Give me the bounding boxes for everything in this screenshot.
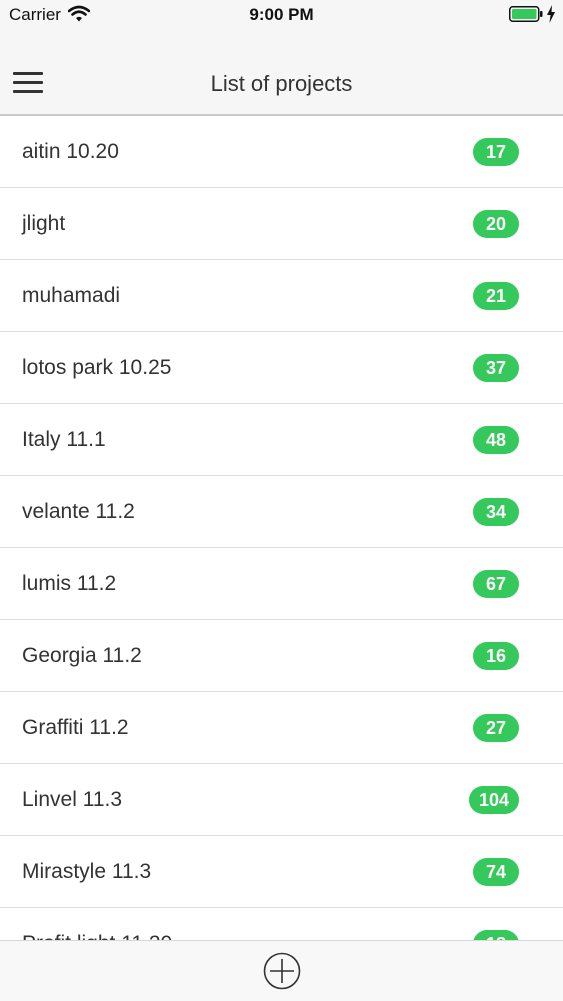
task-count-badge: 18 [473, 930, 519, 940]
task-count-badge: 104 [468, 786, 519, 814]
project-row[interactable]: aitin 10.20 17 [0, 116, 563, 188]
project-row[interactable]: muhamadi 21 [0, 260, 563, 332]
project-name: Profit light 11.20 [22, 932, 172, 940]
project-row[interactable]: Profit light 11.20 18 [0, 908, 563, 940]
project-name: velante 11.2 [22, 500, 135, 523]
task-count-badge: 74 [473, 858, 519, 886]
task-count-badge: 16 [473, 642, 519, 670]
project-row[interactable]: velante 11.2 34 [0, 476, 563, 548]
task-count-badge: 27 [473, 714, 519, 742]
project-name: Georgia 11.2 [22, 644, 142, 667]
task-count-badge: 67 [473, 570, 519, 598]
status-bar: Carrier 9:00 PM [0, 0, 563, 28]
project-row[interactable]: Graffiti 11.2 27 [0, 692, 563, 764]
project-name: lumis 11.2 [22, 572, 117, 595]
project-name: Linvel 11.3 [22, 788, 123, 811]
battery-icon [509, 6, 543, 22]
task-count-badge: 17 [473, 138, 519, 166]
bottom-toolbar [0, 940, 563, 1001]
project-row[interactable]: lumis 11.2 67 [0, 548, 563, 620]
task-count-badge: 20 [473, 210, 519, 238]
task-count-badge: 34 [473, 498, 519, 526]
project-row[interactable]: jlight 20 [0, 188, 563, 260]
project-row[interactable]: Linvel 11.3 104 [0, 764, 563, 836]
project-name: Italy 11.1 [22, 428, 106, 451]
project-row[interactable]: Mirastyle 11.3 74 [0, 836, 563, 908]
project-row[interactable]: Georgia 11.2 16 [0, 620, 563, 692]
project-name: Graffiti 11.2 [22, 716, 129, 739]
task-count-badge: 48 [473, 426, 519, 454]
project-name: jlight [22, 212, 66, 235]
status-time: 9:00 PM [249, 5, 314, 24]
project-row[interactable]: Italy 11.1 48 [0, 404, 563, 476]
project-row[interactable]: lotos park 10.25 37 [0, 332, 563, 404]
navigation-bar: List of projects [0, 28, 563, 116]
project-name: lotos park 10.25 [22, 356, 172, 379]
project-name: muhamadi [22, 284, 121, 307]
task-count-badge: 37 [473, 354, 519, 382]
charging-bolt-icon [547, 5, 555, 23]
plus-circle-icon[interactable] [263, 952, 301, 990]
project-name: aitin 10.20 [22, 140, 119, 163]
project-name: Mirastyle 11.3 [22, 860, 152, 883]
task-count-badge: 21 [473, 282, 519, 310]
project-list[interactable]: aitin 10.20 17 jlight 20 muhamadi 21 lot… [0, 116, 563, 940]
page-title: List of projects [210, 71, 353, 96]
